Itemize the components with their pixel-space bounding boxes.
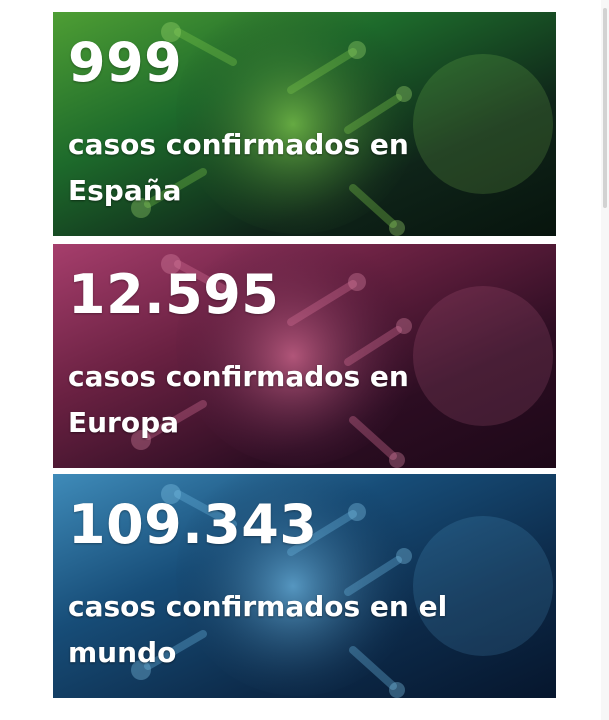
europe-case-label: casos confirmados en Europa: [68, 354, 488, 446]
europe-case-count: 12.595: [68, 263, 280, 326]
scrollbar-thumb[interactable]: [603, 8, 607, 208]
spain-case-label-line-1: casos confirmados en: [68, 128, 409, 161]
europe-cases-card: 12.595 casos confirmados en Europa: [53, 244, 556, 468]
world-case-label-line-1: casos confirmados en el: [68, 590, 448, 623]
spain-cases-card: 999 casos confirmados en España: [53, 12, 556, 236]
page: 999 casos confirmados en España 12.595 c…: [0, 0, 609, 720]
world-case-label: casos confirmados en el mundo: [68, 584, 488, 676]
spain-case-count: 999: [68, 31, 183, 94]
world-case-count: 109.343: [68, 493, 318, 556]
scrollbar-track[interactable]: [601, 0, 609, 720]
europe-case-label-line-2: Europa: [68, 406, 180, 439]
world-case-label-line-2: mundo: [68, 636, 177, 669]
europe-case-label-line-1: casos confirmados en: [68, 360, 409, 393]
world-cases-card: 109.343 casos confirmados en el mundo: [53, 474, 556, 698]
spain-case-label-line-2: España: [68, 174, 182, 207]
spain-case-label: casos confirmados en España: [68, 122, 488, 214]
